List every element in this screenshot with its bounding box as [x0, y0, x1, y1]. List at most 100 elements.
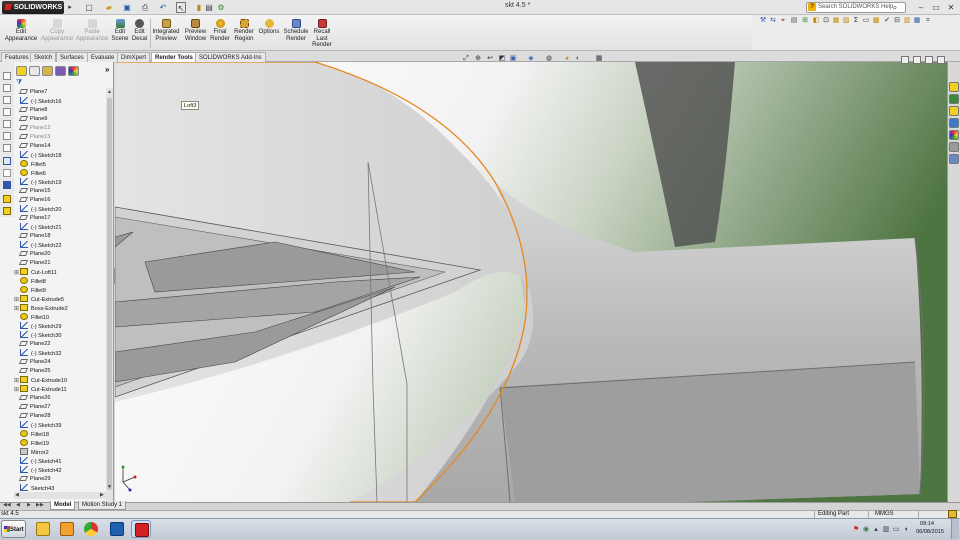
- tree-item[interactable]: Plane16: [14, 196, 51, 205]
- tree-item[interactable]: Plane12: [14, 124, 51, 133]
- display-style-hu-icon[interactable]: ◈: [527, 55, 535, 63]
- select-arrow-icon[interactable]: ↖: [176, 2, 186, 13]
- customize-icon[interactable]: ⌗: [924, 17, 932, 25]
- tree-item[interactable]: Plane14: [14, 142, 51, 151]
- tray-flag-icon[interactable]: ⚑: [852, 526, 860, 534]
- tree-item[interactable]: Fillet10: [14, 313, 49, 322]
- scroll-down-icon[interactable]: ▼: [107, 484, 112, 490]
- graphics-area[interactable]: [115, 62, 947, 502]
- tree-item[interactable]: (-) Sketch19: [14, 178, 61, 187]
- tools-icon[interactable]: ▥: [903, 17, 911, 25]
- tree-item[interactable]: Plane8: [14, 106, 47, 115]
- close-icon[interactable]: ✕: [946, 2, 956, 13]
- tab-evaluate[interactable]: Evaluate: [87, 52, 119, 62]
- edit-decal-button[interactable]: Edit Decal: [131, 19, 148, 42]
- featuremanager-tab-icon[interactable]: [16, 66, 27, 76]
- tab-first-icon[interactable]: ◀◀: [3, 502, 11, 508]
- tab-model[interactable]: Model: [50, 501, 76, 510]
- tree-item[interactable]: (-) Sketch18: [14, 151, 61, 160]
- evaluate-icon[interactable]: ▧: [842, 17, 850, 25]
- section-view-icon[interactable]: ⊞: [801, 17, 809, 25]
- tab-features[interactable]: Features: [1, 52, 33, 62]
- tab-render-tools[interactable]: Render Tools: [151, 52, 197, 62]
- zoom-to-fit-icon[interactable]: ⤢: [462, 55, 470, 63]
- tree-item[interactable]: (-) Sketch30: [14, 331, 61, 340]
- preview-window-button[interactable]: Preview Window: [182, 19, 209, 42]
- tree-item[interactable]: (-) Sketch22: [14, 241, 61, 250]
- display-style-icon[interactable]: ▤: [790, 17, 798, 25]
- tray-up-arrow-icon[interactable]: ▴: [872, 526, 880, 534]
- tree-item[interactable]: Fillet18: [14, 430, 49, 439]
- tree-item[interactable]: Plane17: [14, 214, 51, 223]
- tree-item[interactable]: (-) Sketch16: [14, 97, 61, 106]
- view-settings-icon[interactable]: ▦: [595, 55, 603, 63]
- left-tool-4-icon[interactable]: [3, 108, 11, 116]
- left-tool-5-icon[interactable]: [3, 120, 11, 128]
- scroll-right-icon[interactable]: ▶: [100, 492, 104, 498]
- copy-appearance-button[interactable]: Copy Appearance: [40, 19, 74, 42]
- reference-geometry-icon[interactable]: ⌖: [779, 17, 787, 25]
- view-orientation-icon[interactable]: ⚒: [759, 17, 767, 25]
- apply-scene-icon[interactable]: ◐: [574, 55, 582, 63]
- tree-item[interactable]: (-) Sketch21: [14, 223, 61, 232]
- scroll-up-icon[interactable]: ▲: [107, 89, 112, 95]
- tree-item[interactable]: Fillet6: [14, 169, 46, 178]
- task-library-icon[interactable]: [949, 94, 959, 104]
- show-desktop-button[interactable]: [951, 519, 959, 539]
- left-pen-icon[interactable]: [3, 169, 11, 177]
- tree-item[interactable]: Plane21: [14, 259, 51, 268]
- solidworks-app[interactable]: [131, 520, 151, 538]
- tree-scroll-thumb[interactable]: [107, 98, 112, 490]
- tab-motion-study[interactable]: Motion Study 1: [78, 501, 127, 510]
- tab-surfaces[interactable]: Surfaces: [56, 52, 88, 62]
- menu-arrow-icon[interactable]: ▸: [66, 3, 74, 12]
- tree-item[interactable]: Plane22: [14, 340, 51, 349]
- tree-item[interactable]: Plane13: [14, 133, 51, 142]
- tree-item[interactable]: ⊞ Boss-Extrude2: [14, 304, 68, 313]
- left-tool-3-icon[interactable]: [3, 96, 11, 104]
- render-region-button[interactable]: Render Region: [233, 19, 255, 42]
- previous-view-icon[interactable]: ↩: [486, 55, 494, 63]
- task-search-icon[interactable]: [949, 118, 959, 128]
- media-player-app[interactable]: [57, 520, 77, 538]
- minimize-icon[interactable]: –: [916, 2, 926, 13]
- left-tool-2-icon[interactable]: [3, 84, 11, 92]
- hide-show-icon[interactable]: ◍: [545, 55, 553, 63]
- tree-item[interactable]: Fillet8: [14, 277, 46, 286]
- tray-network-icon[interactable]: ▥: [882, 526, 890, 534]
- more-tabs-chevron-icon[interactable]: »: [105, 65, 109, 74]
- task-forum-icon[interactable]: [949, 154, 959, 164]
- tree-item[interactable]: ⊞ Cut-Extrude11: [14, 385, 67, 394]
- paste-appearance-button[interactable]: Paste Appearance: [74, 19, 110, 42]
- tree-item[interactable]: ⊞ Cut-Loft11: [14, 268, 57, 277]
- tree-item[interactable]: Fillet19: [14, 439, 49, 448]
- print-icon[interactable]: ⎙: [140, 2, 150, 13]
- schedule-render-button[interactable]: Schedule Render: [283, 19, 309, 42]
- tray-volume-icon[interactable]: ◖: [902, 526, 910, 534]
- tree-item[interactable]: ⊞ Cut-Extrude10: [14, 376, 67, 385]
- left-display-icon[interactable]: [3, 181, 11, 189]
- tree-item[interactable]: (-) Sketch29: [14, 322, 61, 331]
- left-tool-7-icon[interactable]: [3, 144, 11, 152]
- propertymanager-tab-icon[interactable]: [29, 66, 40, 76]
- filter-icon[interactable]: ⧩: [16, 79, 23, 86]
- rebuild-status-icon[interactable]: [948, 510, 957, 518]
- viewport-close-icon[interactable]: [937, 56, 945, 64]
- tree-item[interactable]: Plane20: [14, 250, 51, 259]
- configurationmanager-tab-icon[interactable]: [42, 66, 53, 76]
- chrome-app[interactable]: [81, 520, 101, 538]
- file-properties-icon[interactable]: ▤: [204, 2, 214, 13]
- tree-item[interactable]: Plane25: [14, 367, 51, 376]
- tree-item[interactable]: (-) Sketch42: [14, 466, 61, 475]
- left-feature-icon[interactable]: [3, 195, 11, 203]
- tab-next-icon[interactable]: ▶: [27, 502, 31, 508]
- left-tool-1-icon[interactable]: [3, 72, 11, 80]
- sketch-rectangle-icon[interactable]: ▭: [862, 17, 870, 25]
- tree-item[interactable]: Plane7: [14, 88, 47, 97]
- tab-solidworks-add-ins[interactable]: SOLIDWORKS Add-Ins: [195, 52, 266, 62]
- final-render-button[interactable]: Final Render: [209, 19, 231, 42]
- viewport-minimize-icon[interactable]: [901, 56, 909, 64]
- edit-scene-button[interactable]: Edit Scene: [110, 19, 130, 42]
- start-button[interactable]: Start: [1, 520, 26, 538]
- tree-item[interactable]: Plane29: [14, 475, 51, 484]
